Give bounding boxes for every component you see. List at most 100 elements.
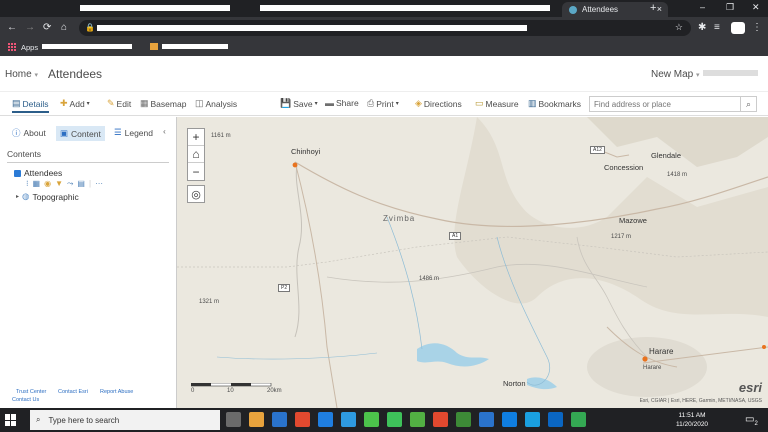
media-icon[interactable]: ≡ (714, 22, 720, 33)
new-tab-button[interactable]: + (650, 2, 656, 14)
table-icon[interactable]: ▦ (33, 179, 41, 189)
contact-esri-link[interactable]: Contact Esri (58, 389, 88, 395)
layer-attendees[interactable]: Attendees (14, 168, 62, 178)
scale-label: 0 (191, 388, 195, 394)
search-icon[interactable]: ⌕ (740, 97, 756, 111)
forward-arrow-icon[interactable]: → (25, 22, 35, 33)
basemap-button[interactable]: ▦ Basemap (140, 98, 186, 109)
measure-button[interactable]: ▭ Measure (475, 98, 519, 109)
elevation-label: 1418 m (667, 172, 688, 178)
extensions-icon[interactable]: ✱ (698, 22, 706, 33)
menu-icon[interactable]: ⋮ (752, 22, 762, 33)
tab-about[interactable]: ⓘ About (12, 127, 46, 139)
legend-icon[interactable]: ⁝ (26, 179, 29, 189)
attendee-point[interactable] (642, 356, 648, 362)
app-header: Home ▾ Attendees New Map ▾ (0, 56, 768, 92)
place-label: Zvimba (383, 214, 416, 223)
address-bar[interactable]: 🔒 ☆ (79, 20, 691, 36)
default-extent-home-icon[interactable]: ⌂ (188, 146, 204, 163)
print-button[interactable]: ⎙ Print ▾ (367, 98, 399, 109)
back-arrow-icon[interactable]: ← (7, 22, 17, 33)
redacted-bookmark (162, 44, 228, 49)
star-icon[interactable]: ☆ (675, 22, 683, 33)
popup-icon[interactable]: ▤ (77, 179, 85, 189)
taskbar-app-icon[interactable] (272, 412, 287, 427)
basemap-icon: ▦ (140, 98, 149, 108)
layer-checkbox[interactable] (14, 169, 21, 177)
taskbar-app-icon[interactable] (433, 412, 448, 427)
close-window-button[interactable]: ✕ (752, 2, 760, 13)
tab-legend[interactable]: ☰ Legend (114, 127, 153, 138)
save-button[interactable]: 💾 Save ▾ (280, 98, 318, 109)
scale-label: 10 (227, 388, 234, 394)
taskbar-app-icon[interactable] (364, 412, 379, 427)
home-menu[interactable]: Home ▾ (5, 69, 38, 80)
attendee-point[interactable] (762, 345, 766, 349)
new-map-button[interactable]: New Map ▾ (651, 69, 700, 80)
minimize-button[interactable]: – (700, 2, 705, 12)
layer-name: Attendees (24, 168, 63, 178)
map-view[interactable]: + ⌂ − ◎ Chinhoyi Zvimba Concession Glend… (177, 117, 768, 408)
maximize-button[interactable]: ❐ (726, 2, 734, 13)
style-icon[interactable]: ◉ (44, 179, 51, 189)
apps-bookmark[interactable]: Apps (21, 43, 38, 52)
taskbar-search[interactable]: ⌕ Type here to search (30, 410, 220, 430)
taskbar-app-icon[interactable] (479, 412, 494, 427)
taskbar-app-icon[interactable] (456, 412, 471, 427)
taskbar-app-icon[interactable] (502, 412, 517, 427)
taskbar-app-icon[interactable] (295, 412, 310, 427)
taskbar-search-placeholder: Type here to search (48, 415, 120, 425)
road-shield: P2 (278, 284, 291, 292)
locate-button[interactable]: ◎ (187, 185, 205, 203)
taskbar-app-icon[interactable] (341, 412, 356, 427)
details-button[interactable]: ▤ Details (12, 98, 49, 113)
redacted-tab (80, 5, 230, 11)
zoom-in-button[interactable]: + (188, 129, 204, 146)
trust-center-link[interactable]: Trust Center (16, 389, 46, 395)
taskbar-app-icon[interactable] (571, 412, 586, 427)
taskbar-app-icon[interactable] (387, 412, 402, 427)
taskbar-app-icon[interactable] (249, 412, 264, 427)
road-shield: A12 (590, 146, 605, 154)
home-icon[interactable]: ⌂ (61, 22, 67, 33)
bookmarks-button[interactable]: ▥ Bookmarks (528, 98, 581, 109)
filter-icon[interactable]: ▼ (55, 179, 63, 189)
add-button[interactable]: ✚ Add ▾ (60, 98, 90, 109)
map-attribution[interactable]: Esri, CGIAR | Esri, HERE, Garmin, METI/N… (640, 398, 762, 404)
reload-icon[interactable]: ⟳ (43, 22, 51, 33)
address-bar-row: ← → ⟳ ⌂ 🔒 ☆ ✱ ≡ ⋮ (0, 17, 768, 39)
notifications-icon[interactable]: ▭2 (745, 414, 758, 427)
more-options-icon[interactable]: ··· (95, 179, 103, 189)
esri-logo[interactable]: esri (739, 380, 762, 395)
zoom-out-button[interactable]: − (188, 163, 204, 180)
attendee-point[interactable] (292, 162, 298, 168)
contact-us-link[interactable]: Contact Us (12, 397, 39, 403)
scale-bar: 0 10 20km (190, 381, 282, 394)
tab-content[interactable]: ▣ Content (56, 126, 105, 141)
ruler-icon: ▭ (475, 98, 484, 108)
expand-icon[interactable]: ▸ (16, 193, 19, 200)
lock-icon: 🔒 (85, 23, 95, 32)
profile-avatar[interactable] (731, 22, 745, 34)
analysis-icon[interactable]: ⤳ (67, 179, 73, 189)
analysis-button[interactable]: ◫ Analysis (195, 98, 237, 109)
taskbar-app-icon[interactable] (318, 412, 333, 427)
taskbar-app-icon[interactable] (226, 412, 241, 427)
taskbar-app-icon[interactable] (548, 412, 563, 427)
directions-button[interactable]: ◈ Directions (415, 98, 462, 109)
share-button[interactable]: ▬ Share (325, 98, 359, 108)
collapse-panel-icon[interactable]: ‹ (163, 126, 166, 136)
basemap-layer[interactable]: ▸ ◍ Topographic (16, 191, 79, 202)
system-clock[interactable]: 11:51 AM 11/20/2020 (676, 411, 708, 429)
place-label: Norton (503, 379, 526, 388)
taskbar-app-icon[interactable] (410, 412, 425, 427)
windows-start-icon[interactable] (5, 414, 17, 426)
analysis-icon: ◫ (195, 98, 204, 108)
edit-button[interactable]: ✎ Edit (107, 98, 131, 109)
page-title: Attendees (48, 67, 103, 81)
tab-close-icon[interactable]: × (657, 4, 662, 14)
report-abuse-link[interactable]: Report Abuse (100, 389, 133, 395)
search-input[interactable] (590, 97, 740, 111)
clock-time: 11:51 AM (678, 412, 706, 419)
taskbar-app-icon[interactable] (525, 412, 540, 427)
